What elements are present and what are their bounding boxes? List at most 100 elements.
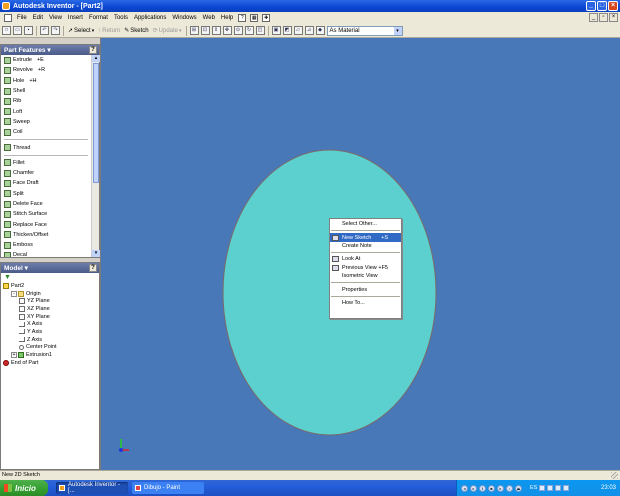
- menu-applications[interactable]: Applications: [131, 15, 169, 21]
- tray-volume-icon[interactable]: [547, 485, 554, 491]
- context-menu-item-look-at[interactable]: Look At: [330, 255, 401, 263]
- zoom-window-icon[interactable]: ⊡: [200, 26, 210, 35]
- context-menu-item-new-sketch[interactable]: New Sketch +S: [330, 233, 401, 242]
- rotate-icon[interactable]: ↻: [244, 26, 254, 35]
- feature-item-loft[interactable]: Loft: [1, 106, 91, 116]
- menu-file[interactable]: File: [14, 15, 30, 21]
- zoom-selected-icon[interactable]: ⊙: [233, 26, 243, 35]
- tree-node-center-point[interactable]: Center Point: [1, 344, 99, 352]
- tree-node-y-axis[interactable]: Y Axis: [1, 328, 99, 336]
- menu-insert[interactable]: Insert: [65, 15, 86, 21]
- tree-node-z-axis[interactable]: Z Axis: [1, 336, 99, 344]
- feature-item-extrude[interactable]: Extrude +E: [1, 55, 91, 65]
- feature-item-revolve[interactable]: Revolve +R: [1, 65, 91, 75]
- feature-item-shell[interactable]: Shell: [1, 86, 91, 96]
- feature-item-thicken-offset[interactable]: Thicken/Offset: [1, 230, 91, 240]
- undo-icon[interactable]: ↶: [40, 26, 49, 35]
- feature-item-fillet[interactable]: Fillet: [1, 158, 91, 168]
- scroll-up-icon[interactable]: ▴: [92, 55, 100, 62]
- context-menu-item-select-other[interactable]: Select Other...: [330, 220, 401, 228]
- taskbar-item-paint[interactable]: Dibujo - Paint: [132, 482, 204, 494]
- minimize-button[interactable]: _: [586, 1, 596, 11]
- return-button[interactable]: ↑ Return: [97, 28, 121, 34]
- menu-tools[interactable]: Tools: [111, 15, 131, 21]
- zoom-icon[interactable]: ⇕: [211, 26, 221, 35]
- tree-node-origin[interactable]: - Origin: [1, 290, 99, 298]
- tree-node-xy-plane[interactable]: XY Plane: [1, 313, 99, 321]
- scroll-down-icon[interactable]: ▾: [92, 250, 100, 257]
- help-topics-icon[interactable]: ?: [238, 14, 247, 22]
- doc-close-button[interactable]: ×: [609, 13, 618, 22]
- context-menu-item-isometric-view[interactable]: Isometric View: [330, 272, 401, 280]
- feature-item-delete-face[interactable]: Delete Face: [1, 199, 91, 209]
- menu-help[interactable]: Help: [218, 15, 236, 21]
- filter-icon[interactable]: ▼: [1, 273, 99, 282]
- color-override-icon[interactable]: ◆: [315, 26, 325, 35]
- tree-node-yz-plane[interactable]: YZ Plane: [1, 297, 99, 305]
- media-mute-icon[interactable]: ♪: [506, 484, 513, 492]
- menu-format[interactable]: Format: [86, 15, 111, 21]
- grid-icon[interactable]: ▦: [250, 14, 259, 22]
- feature-item-replace-face[interactable]: Replace Face: [1, 219, 91, 229]
- help-button[interactable]: ?: [89, 46, 97, 54]
- help-button[interactable]: ?: [89, 264, 97, 272]
- tree-node-extrusion1[interactable]: + Extrusion1: [1, 351, 99, 359]
- menu-view[interactable]: View: [46, 15, 65, 21]
- context-menu-item-how-to[interactable]: How To...: [330, 299, 401, 307]
- taskbar-item-inventor[interactable]: Autodesk Inventor - [...: [56, 482, 128, 494]
- context-menu-item-create-note[interactable]: Create Note: [330, 242, 401, 250]
- part-features-header[interactable]: Part Features ▾ ?: [1, 45, 99, 55]
- tray-update-icon[interactable]: [563, 485, 570, 491]
- shadow-icon[interactable]: ▱: [293, 26, 303, 35]
- tree-node-part2[interactable]: Part2: [1, 282, 99, 290]
- media-pause-icon[interactable]: ‖: [479, 484, 486, 492]
- display-mode-icon[interactable]: ▣: [271, 26, 281, 35]
- media-prev-icon[interactable]: ◂: [461, 484, 468, 492]
- resize-grip-icon[interactable]: [611, 472, 618, 479]
- language-indicator[interactable]: ES: [530, 485, 537, 491]
- open-file-icon[interactable]: ▭: [13, 26, 22, 35]
- save-icon[interactable]: ▪: [24, 26, 33, 35]
- pan-icon[interactable]: ✥: [222, 26, 232, 35]
- doc-restore-button[interactable]: ▫: [599, 13, 608, 22]
- zoom-all-icon[interactable]: ⊞: [189, 26, 199, 35]
- feature-item-thread[interactable]: Thread: [1, 142, 91, 152]
- look-at-icon[interactable]: ◫: [255, 26, 265, 35]
- maximize-button[interactable]: □: [597, 1, 607, 11]
- feature-item-emboss[interactable]: Emboss: [1, 240, 91, 250]
- media-next-icon[interactable]: ▸: [497, 484, 504, 492]
- clock[interactable]: 23:03: [601, 485, 616, 491]
- inventor-app-icon[interactable]: [2, 2, 10, 10]
- feature-item-chamfer[interactable]: Chamfer: [1, 168, 91, 178]
- section-view-icon[interactable]: ⊿: [304, 26, 314, 35]
- media-eject-icon[interactable]: ⏏: [515, 484, 522, 492]
- document-icon[interactable]: [4, 14, 12, 22]
- new-file-icon[interactable]: □: [2, 26, 11, 35]
- feature-item-rib[interactable]: Rib: [1, 96, 91, 106]
- material-select[interactable]: As Material ▾: [326, 25, 403, 36]
- doc-minimize-button[interactable]: _: [589, 13, 598, 22]
- menu-edit[interactable]: Edit: [30, 15, 46, 21]
- collapse-icon[interactable]: -: [11, 290, 17, 297]
- menu-web[interactable]: Web: [200, 15, 218, 21]
- pan-cross-icon[interactable]: ✚: [262, 14, 271, 22]
- features-scrollbar[interactable]: ▴ ▾: [91, 55, 100, 257]
- close-button[interactable]: ×: [608, 1, 618, 11]
- media-stop-icon[interactable]: ■: [488, 484, 495, 492]
- tree-node-xz-plane[interactable]: XZ Plane: [1, 305, 99, 313]
- tree-node-end-of-part[interactable]: End of Part: [1, 359, 99, 367]
- tray-antivirus-icon[interactable]: [555, 485, 562, 491]
- context-menu-item-previous-view[interactable]: Previous View +F5: [330, 264, 401, 272]
- feature-item-sweep[interactable]: Sweep: [1, 117, 91, 127]
- feature-item-coil[interactable]: Coil: [1, 127, 91, 137]
- select-button[interactable]: ➚ Select ▾: [67, 27, 95, 35]
- feature-item-decal[interactable]: Decal: [1, 250, 91, 257]
- feature-item-face-draft[interactable]: Face Draft: [1, 178, 91, 188]
- feature-item-split[interactable]: Split: [1, 189, 91, 199]
- redo-icon[interactable]: ↷: [51, 26, 60, 35]
- feature-item-hole[interactable]: Hole +H: [1, 76, 91, 86]
- tree-node-x-axis[interactable]: X Axis: [1, 320, 99, 328]
- media-play-icon[interactable]: ▸: [470, 484, 477, 492]
- sketch-button[interactable]: ✎ Sketch: [123, 27, 149, 35]
- update-button[interactable]: ⟳ Update ▾: [152, 27, 183, 35]
